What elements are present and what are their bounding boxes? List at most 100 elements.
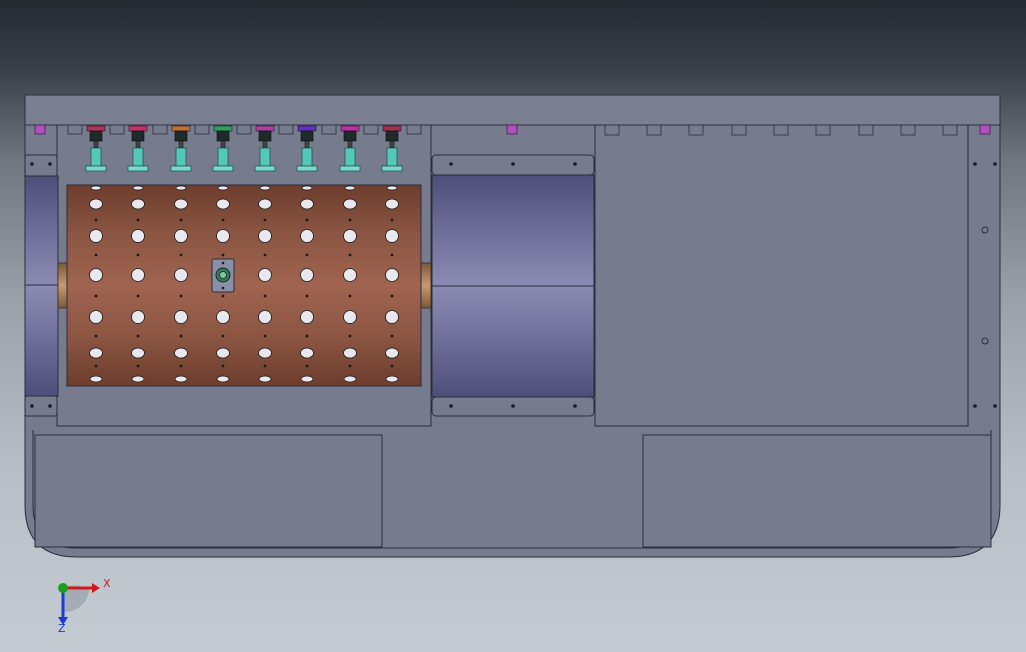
bolt [48, 162, 52, 166]
nozzle-stem [304, 140, 310, 149]
bolt [993, 162, 997, 166]
roller-hole [131, 229, 145, 243]
roller-hole [216, 198, 230, 210]
cad-viewport[interactable]: X Z [0, 0, 1026, 652]
nozzle-body [301, 147, 313, 167]
roller-hole [343, 198, 357, 210]
roller-pin [263, 364, 267, 368]
nozzle-cap [297, 125, 317, 132]
roller-pin [136, 253, 140, 257]
nozzle-tip [212, 165, 234, 172]
nozzle-tip [381, 165, 403, 172]
roller-hole [343, 347, 357, 359]
bolt [48, 404, 52, 408]
roller-hole [300, 268, 314, 282]
roller-hole [174, 268, 188, 282]
roller-pin [179, 253, 183, 257]
roller-pin [221, 218, 225, 222]
roller-hole [386, 185, 398, 191]
bolt [993, 404, 997, 408]
nozzle-valve [216, 130, 230, 142]
top-tab [773, 124, 789, 136]
left-bracket-top [24, 154, 58, 177]
nozzle-stem [220, 140, 226, 149]
top-tab [363, 124, 379, 135]
roller-hole [258, 268, 272, 282]
roller-pin [136, 334, 140, 338]
right-collar [420, 262, 432, 309]
y-axis [58, 583, 68, 593]
roller-pin [390, 218, 394, 222]
bolt [30, 404, 34, 408]
top-bar [24, 94, 1001, 126]
nozzle-stem [347, 140, 353, 149]
roller-hole [216, 347, 230, 359]
nozzle-cap [213, 125, 233, 132]
roller-pin [305, 218, 309, 222]
nozzle-body [344, 147, 356, 167]
roller-hole [343, 310, 357, 324]
roller-hole [216, 310, 230, 324]
roller-pin [136, 364, 140, 368]
nozzle-body [259, 147, 271, 167]
bolt [449, 404, 453, 408]
z-axis-label: Z [58, 622, 66, 635]
roller-hole [174, 310, 188, 324]
roller-hole [89, 229, 103, 243]
roller-pin [263, 253, 267, 257]
roller-pin [221, 294, 225, 298]
nozzle-cap [128, 125, 148, 132]
roller-drum [66, 184, 422, 387]
x-axis-label: X [103, 577, 111, 590]
nozzle-tip [296, 165, 318, 172]
top-tab [194, 124, 210, 135]
roller-hole [300, 347, 314, 359]
roller-hole [89, 268, 103, 282]
roller-pin [390, 253, 394, 257]
roller-hole [174, 229, 188, 243]
roller-pin [390, 334, 394, 338]
roller-hole [258, 375, 272, 383]
roller-hole [174, 375, 188, 383]
nozzle-tip [85, 165, 107, 172]
nozzle-tip [170, 165, 192, 172]
top-tab [67, 124, 83, 135]
roller-hole [300, 310, 314, 324]
nozzle-stem [389, 140, 395, 149]
top-tab [278, 124, 294, 135]
nozzle-stem [262, 140, 268, 149]
roller-hole [174, 198, 188, 210]
roller-hole [175, 185, 187, 191]
left-collar [57, 262, 68, 309]
roller-hole [131, 375, 145, 383]
nozzle-tip [254, 165, 276, 172]
roller-pin [94, 364, 98, 368]
roller-pin [348, 294, 352, 298]
left-bracket-bottom [24, 395, 58, 417]
bolt [30, 162, 34, 166]
roller-hole [174, 347, 188, 359]
roller-hole [132, 185, 144, 191]
top-tab [646, 124, 662, 136]
top-tab [236, 124, 252, 135]
top-pin [34, 124, 46, 135]
machine-front-view: X Z [24, 94, 1001, 635]
nozzle-body [386, 147, 398, 167]
bolt [449, 162, 453, 166]
top-tab [942, 124, 958, 136]
nozzle-cap [171, 125, 191, 132]
top-tab [815, 124, 831, 136]
bolt [573, 162, 577, 166]
nozzle-valve [385, 130, 399, 142]
roller-pin [390, 294, 394, 298]
roller-hole [89, 310, 103, 324]
roller-pin [136, 218, 140, 222]
nozzle-body [175, 147, 187, 167]
bolt [573, 404, 577, 408]
nozzle-body [132, 147, 144, 167]
roller-hole [131, 310, 145, 324]
roller-pin [179, 364, 183, 368]
nozzle-valve [89, 130, 103, 142]
roller-pin [94, 294, 98, 298]
roller-pin [348, 334, 352, 338]
